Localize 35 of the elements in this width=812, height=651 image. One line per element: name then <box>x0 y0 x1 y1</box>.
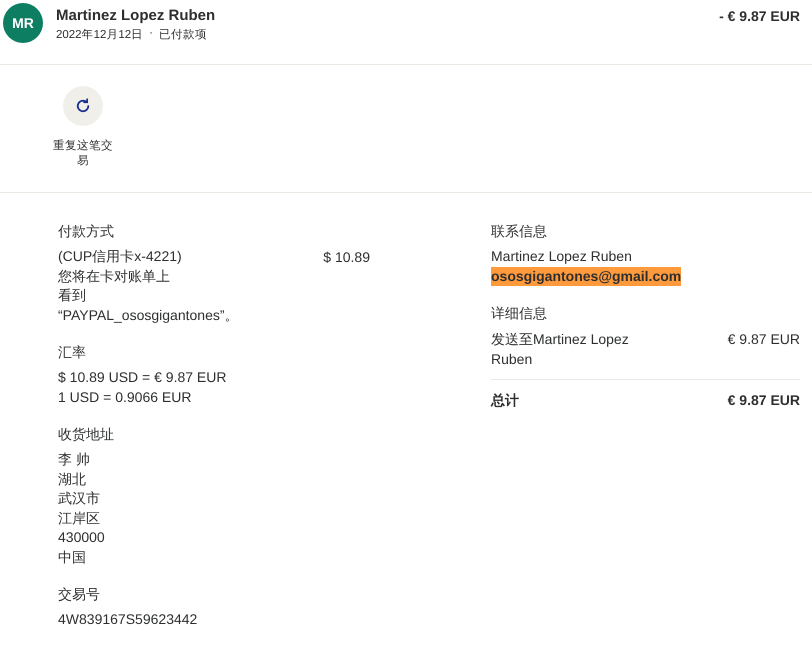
total-label: 总计 <box>491 391 519 410</box>
section-heading: 收货地址 <box>58 426 115 444</box>
exchange-rate-text: $ 10.89 USD = € 9.87 EUR <box>58 368 226 387</box>
repeat-label[interactable]: 重复这笔交易 <box>52 139 114 169</box>
address-line: 李 帅 <box>58 450 90 469</box>
repeat-button[interactable] <box>63 86 103 126</box>
section-heading: 详细信息 <box>491 305 548 323</box>
contact-email: ososgigantones@gmail.com <box>491 266 682 286</box>
payment-method-text: (CUP信用卡x-4221) <box>58 247 182 266</box>
contact-name: Martinez Lopez Ruben <box>491 247 632 266</box>
section-heading: 汇率 <box>58 344 87 362</box>
avatar: MR <box>3 3 43 43</box>
refresh-icon <box>74 97 92 115</box>
transaction-amount: - € 9.87 EUR <box>719 8 800 24</box>
address-line: 湖北 <box>58 470 86 488</box>
transaction-id: 4W839167S59623442 <box>58 610 198 629</box>
address-line: 430000 <box>58 528 105 547</box>
payment-method-text: 看到 <box>58 286 86 305</box>
merchant-name: Martinez Lopez Ruben <box>56 7 216 24</box>
payment-amount: $ 10.89 <box>323 248 370 267</box>
detail-label: 发送至Martinez Lopez Ruben <box>491 330 630 369</box>
payment-method-text: “PAYPAL_ososgigantones”。 <box>58 306 239 325</box>
payment-status: 已付款项 <box>159 28 208 42</box>
section-heading: 联系信息 <box>491 223 548 241</box>
section-heading: 交易号 <box>58 586 101 604</box>
address-line: 武汉市 <box>58 489 100 508</box>
detail-amount: € 9.87 EUR <box>728 330 800 349</box>
address-line: 中国 <box>58 548 86 566</box>
separator-dot: · <box>149 27 154 41</box>
section-heading: 付款方式 <box>58 223 115 241</box>
transaction-date: 2022年12月12日 <box>56 28 144 42</box>
payment-method-text: 您将在卡对账单上 <box>58 266 170 286</box>
address-line: 江岸区 <box>58 508 100 528</box>
total-amount: € 9.87 EUR <box>728 391 800 410</box>
exchange-rate-text: 1 USD = 0.9066 EUR <box>58 388 192 406</box>
